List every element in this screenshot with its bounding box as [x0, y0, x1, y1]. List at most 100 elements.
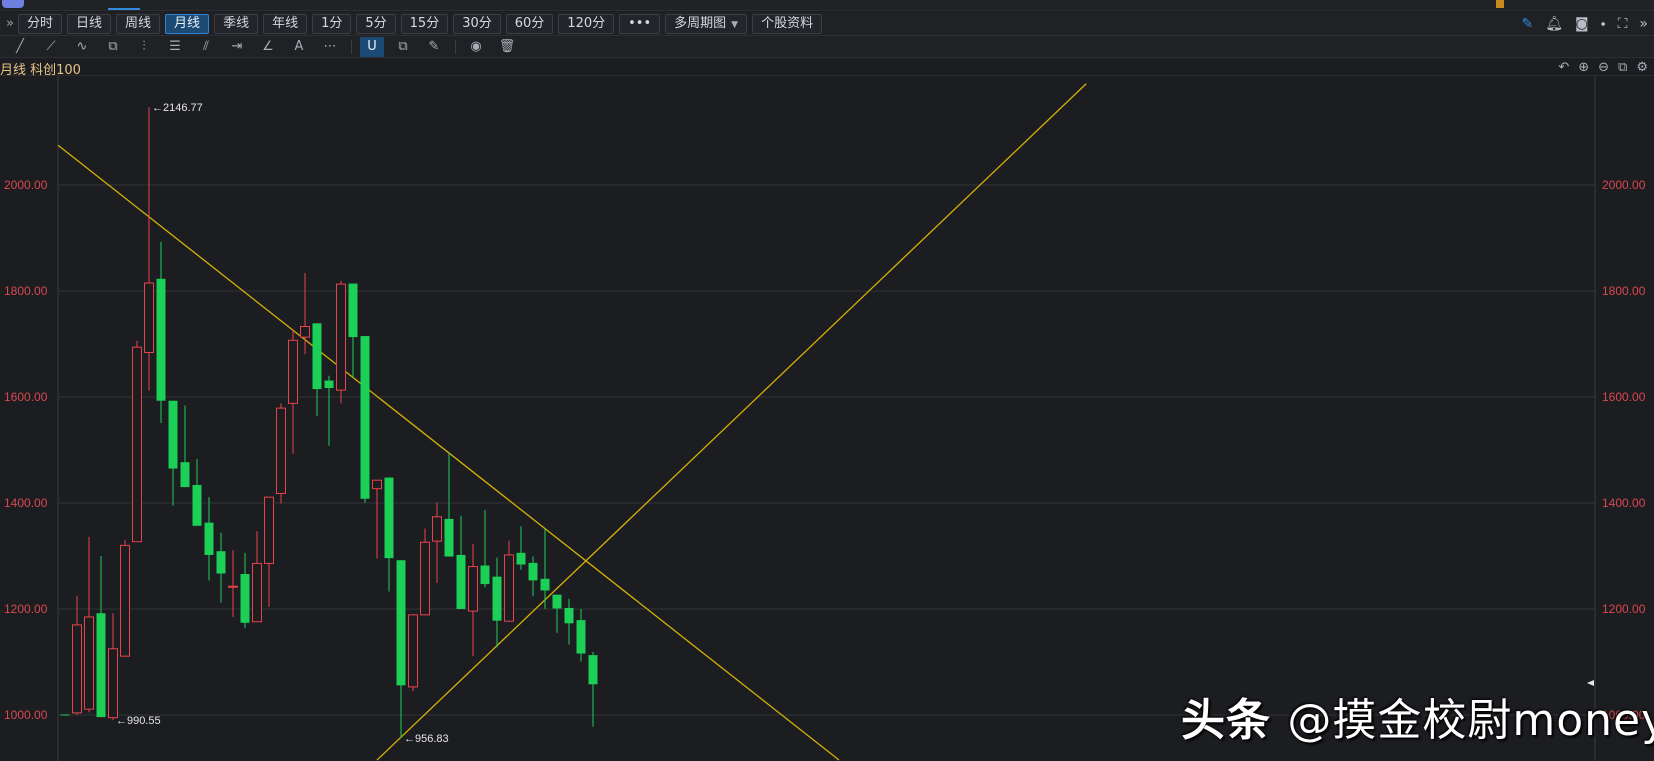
multi-period-dropdown[interactable]: 多周期图 ▼	[665, 13, 748, 34]
candle-body-up	[84, 616, 94, 710]
candle-body-down	[516, 552, 526, 565]
candle-body-up	[432, 516, 442, 542]
candle-body-up	[372, 479, 382, 490]
left-axis-tick-label: 1000.00	[4, 708, 48, 722]
candle-body-down	[540, 578, 550, 591]
pen-icon[interactable]: ✎	[1521, 16, 1533, 32]
candlestick-chart[interactable]: 1000.00 1000.001200.00 1200.001400.00 1400.…	[0, 76, 1654, 761]
ruler-icon[interactable]: ⬩	[1601, 16, 1606, 32]
expand-sidebar-icon[interactable]: »	[2, 16, 18, 31]
candle-body-up	[108, 648, 118, 719]
period-button[interactable]: 季线	[214, 13, 259, 34]
text-tool-icon[interactable]: A	[287, 37, 311, 57]
range-tool-icon[interactable]: ⇥	[225, 37, 249, 57]
candle-body-up	[336, 283, 346, 391]
fibonacci-tool-icon[interactable]: ☰	[163, 37, 187, 57]
gift-icon[interactable]	[1496, 0, 1504, 8]
more-periods-button[interactable]: •••	[619, 13, 661, 34]
candle-body-down	[180, 462, 190, 488]
period-button[interactable]: 15分	[400, 13, 449, 34]
right-axis-tick-label: 1400.00	[1602, 496, 1646, 510]
magnet-icon[interactable]: U	[360, 36, 384, 57]
candle-body-up	[468, 566, 478, 612]
candle-body-up	[288, 339, 298, 404]
candle-body-down	[588, 655, 598, 685]
period-button[interactable]: 120分	[558, 13, 615, 34]
price-extreme-label: ←990.55	[116, 715, 161, 727]
bell-icon[interactable]: 🔔︎	[1545, 16, 1563, 32]
divider	[455, 39, 456, 54]
period-toolbar: » 分时 日线 周线 月线 季线 年线 1分 5分 15分 30分 60分 120分 ••• 多周期图…	[0, 12, 1654, 36]
chart-header: 月线 科创100 ↶ ⊕ ⊖ ⧉ ⚙	[0, 58, 1654, 78]
candle-body-down	[552, 594, 562, 609]
trash-icon[interactable]: 🗑︎	[495, 37, 519, 57]
zoom-in-icon[interactable]: ⊕	[1578, 60, 1589, 75]
left-axis-tick-label: 1200.00	[4, 602, 48, 616]
candle-body-down	[492, 576, 502, 621]
copy-icon[interactable]: ⧉	[391, 37, 415, 57]
watermark: 头条 @摸金校尉money	[1181, 684, 1654, 748]
fork-tool-icon[interactable]: ⫶	[132, 37, 156, 57]
candle-body-down	[240, 574, 250, 623]
edit-icon[interactable]: ✎	[422, 37, 446, 57]
right-axis-tick-label: 1600.00	[1602, 390, 1646, 404]
candle-body-up	[144, 282, 154, 353]
candle-body-down	[168, 400, 178, 469]
candle-body-up	[120, 544, 130, 657]
candle-body-down	[480, 565, 490, 585]
period-button[interactable]: 月线	[165, 13, 210, 34]
candle-body-down	[156, 278, 166, 401]
fan-tool-icon[interactable]: ⫽	[194, 37, 218, 57]
chevron-down-icon: ▼	[731, 19, 739, 30]
angle-tool-icon[interactable]: ∠	[256, 37, 280, 57]
right-axis-tick-label: 2000.00	[1602, 178, 1646, 192]
app-logo[interactable]	[2, 0, 24, 8]
period-button[interactable]: 5分	[356, 13, 396, 34]
camera-icon[interactable]: ◙	[1575, 16, 1589, 32]
candle-body-up	[264, 496, 274, 564]
period-button[interactable]: 60分	[505, 13, 554, 34]
segment-tool-icon[interactable]: ⟋	[39, 37, 63, 57]
candle-body-down	[576, 620, 586, 654]
rectangle-tool-icon[interactable]: ⧉	[101, 37, 125, 57]
candle-body-up	[420, 541, 430, 616]
watermark-brand: 头条	[1181, 695, 1271, 746]
period-button[interactable]: 年线	[263, 13, 308, 34]
settings-icon[interactable]: ⚙	[1636, 60, 1648, 75]
multi-period-label: 多周期图	[674, 15, 727, 31]
window-icon[interactable]: ⧉	[1618, 60, 1627, 75]
divider	[351, 39, 352, 54]
candle-body-down	[216, 551, 226, 574]
candle-body-down	[456, 554, 466, 609]
period-button[interactable]: 日线	[67, 13, 112, 34]
candle-body-down	[324, 380, 334, 388]
period-button[interactable]: 30分	[453, 13, 501, 34]
right-axis-tick-label: 1800.00	[1602, 284, 1646, 298]
drawing-toolbar: ╱ ⟋ ∿ ⧉ ⫶ ☰ ⫽ ⇥ ∠ A ⋯ U ⧉ ✎ ◉ 🗑︎	[0, 36, 1654, 58]
period-button[interactable]: 分时	[18, 13, 63, 34]
fullscreen-icon[interactable]: ⛶	[1618, 16, 1628, 32]
candle-body-down	[384, 477, 394, 559]
left-axis-tick-label: 1600.00	[4, 390, 48, 404]
undo-icon[interactable]: ↶	[1558, 60, 1569, 75]
candle-body-down	[192, 484, 202, 526]
period-button[interactable]: 1分	[312, 13, 352, 34]
candle-body-up	[408, 614, 418, 688]
candle-body-down	[444, 518, 454, 557]
price-extreme-label: ←2146.77	[152, 102, 203, 114]
zoom-out-icon[interactable]: ⊖	[1598, 60, 1609, 75]
stock-info-button[interactable]: 个股资料	[752, 13, 823, 34]
polyline-tool-icon[interactable]: ∿	[70, 37, 94, 57]
period-button[interactable]: 周线	[116, 13, 161, 34]
eye-icon[interactable]: ◉	[464, 37, 488, 57]
candle-body-up	[132, 346, 142, 543]
candle-body-down	[312, 323, 322, 390]
candle-body-down	[528, 562, 538, 581]
candle-body-down	[348, 283, 358, 338]
candle-body-up	[504, 554, 514, 622]
left-axis-tick-label: 2000.00	[4, 178, 48, 192]
collapse-right-icon[interactable]: »	[1639, 16, 1648, 32]
more-tools-icon[interactable]: ⋯	[318, 37, 342, 57]
line-tool-icon[interactable]: ╱	[8, 37, 32, 57]
candle-body-down	[396, 560, 406, 686]
